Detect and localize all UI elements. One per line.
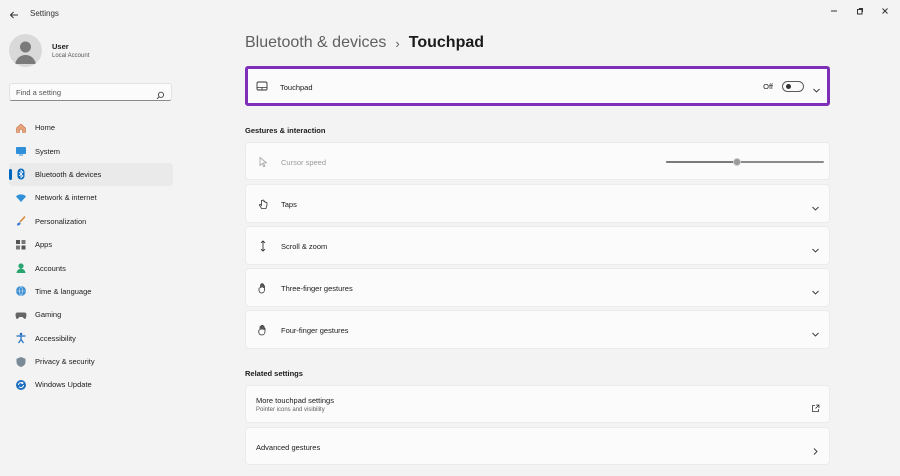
sidebar-item-windows-update[interactable]: Windows Update: [9, 373, 173, 396]
advanced-gestures-card[interactable]: Advanced gestures: [245, 427, 830, 465]
sidebar-item-privacy-security[interactable]: Privacy & security: [9, 350, 173, 373]
sidebar-item-home[interactable]: Home: [9, 116, 173, 139]
sidebar-item-gaming[interactable]: Gaming: [9, 303, 173, 326]
wifi-icon: [15, 192, 27, 204]
three-finger-gestures-card[interactable]: Three-finger gestures: [245, 268, 830, 307]
four-finger-gestures-card[interactable]: Four-finger gestures: [245, 310, 830, 349]
gamepad-icon: [15, 309, 27, 321]
breadcrumb-separator: ›: [395, 35, 400, 51]
sidebar-nav: Home System Bluetooth & devices Network …: [9, 116, 173, 397]
globe-icon: [15, 285, 27, 297]
sidebar-item-network-internet[interactable]: Network & internet: [9, 186, 173, 209]
sidebar-item-label: Windows Update: [35, 380, 92, 390]
sidebar-item-label: Apps: [35, 240, 53, 250]
cursor-speed-card: Cursor speed: [245, 142, 830, 180]
sidebar-item-label: Bluetooth & devices: [35, 169, 102, 179]
scroll-zoom-card[interactable]: Scroll & zoom: [245, 226, 830, 265]
sidebar-item-label: Time & language: [35, 286, 92, 296]
search-box[interactable]: [9, 83, 172, 101]
related-settings-title: Related settings: [245, 369, 303, 378]
more-touchpad-settings-sublabel: Pointer icons and visibility: [256, 407, 325, 413]
shield-icon: [15, 356, 27, 368]
sidebar-item-time-language[interactable]: Time & language: [9, 280, 173, 303]
four-finger-hand-icon: [257, 324, 269, 336]
system-icon: [15, 145, 27, 157]
minimize-button[interactable]: [823, 3, 845, 19]
touchpad-icon: [256, 80, 268, 92]
apps-icon: [15, 239, 27, 251]
slider-fill: [666, 161, 738, 163]
avatar[interactable]: [9, 34, 42, 67]
account-type: Local Account: [52, 53, 90, 59]
three-finger-hand-icon: [257, 282, 269, 294]
sidebar-item-label: Personalization: [35, 216, 87, 226]
sidebar-item-accounts[interactable]: Accounts: [9, 256, 173, 279]
more-touchpad-settings-label: More touchpad settings: [256, 396, 334, 405]
chevron-down-icon[interactable]: [811, 326, 820, 337]
sidebar-item-apps[interactable]: Apps: [9, 233, 173, 256]
toggle-knob: [786, 84, 791, 89]
chevron-down-icon[interactable]: [811, 284, 820, 295]
sidebar-item-accessibility[interactable]: Accessibility: [9, 327, 173, 350]
advanced-gestures-label: Advanced gestures: [256, 443, 321, 452]
chevron-down-icon[interactable]: [811, 242, 820, 253]
four-finger-label: Four-finger gestures: [281, 326, 349, 335]
sidebar-item-label: Home: [35, 123, 56, 133]
brush-icon: [15, 215, 27, 227]
person-icon: [15, 262, 27, 274]
maximize-button[interactable]: [849, 3, 871, 19]
more-touchpad-settings-card[interactable]: More touchpad settings Pointer icons and…: [245, 385, 830, 423]
title-bar: Settings: [0, 0, 900, 28]
sidebar-item-label: Accessibility: [35, 333, 76, 343]
chevron-down-icon[interactable]: [811, 200, 820, 211]
chevron-down-icon[interactable]: [812, 82, 821, 93]
three-finger-label: Three-finger gestures: [281, 284, 353, 293]
sidebar-item-label: Gaming: [35, 310, 62, 320]
breadcrumb-parent-link[interactable]: Bluetooth & devices: [245, 34, 386, 52]
touchpad-state-label: Off: [763, 82, 773, 91]
close-button[interactable]: [874, 3, 896, 19]
slider-thumb[interactable]: [733, 158, 742, 166]
bluetooth-icon: [15, 168, 27, 180]
sidebar-item-label: System: [35, 146, 61, 156]
cursor-speed-label: Cursor speed: [281, 158, 327, 167]
sidebar-item-personalization[interactable]: Personalization: [9, 210, 173, 233]
taps-card[interactable]: Taps: [245, 184, 830, 223]
search-input[interactable]: [16, 85, 156, 99]
sidebar-item-bluetooth-devices[interactable]: Bluetooth & devices: [9, 162, 173, 187]
sidebar-item-label: Accounts: [35, 263, 66, 273]
cursor-speed-slider[interactable]: [666, 158, 824, 166]
touchpad-toggle[interactable]: [782, 81, 804, 92]
accessibility-icon: [15, 332, 27, 344]
app-title: Settings: [30, 9, 59, 18]
sidebar-item-label: Network & internet: [35, 193, 97, 203]
page-title: Touchpad: [408, 34, 485, 51]
breadcrumb: Bluetooth & devices › Touchpad: [245, 34, 484, 52]
scroll-zoom-label: Scroll & zoom: [281, 242, 328, 251]
back-arrow-icon[interactable]: [8, 8, 20, 20]
touchpad-label: Touchpad: [280, 83, 313, 92]
cursor-icon: [257, 156, 269, 168]
open-external-icon[interactable]: [811, 400, 820, 412]
touchpad-toggle-card[interactable]: Touchpad Off: [245, 66, 830, 106]
update-icon: [15, 379, 27, 391]
scroll-icon: [257, 240, 269, 252]
gestures-section-title: Gestures & interaction: [245, 126, 326, 135]
home-icon: [15, 122, 27, 134]
sidebar-item-system[interactable]: System: [9, 139, 173, 162]
sidebar-item-label: Privacy & security: [35, 357, 95, 367]
search-icon[interactable]: [156, 87, 165, 105]
user-name: User: [52, 42, 69, 51]
tap-hand-icon: [257, 198, 269, 210]
chevron-right-icon[interactable]: [811, 443, 820, 455]
taps-label: Taps: [281, 200, 297, 209]
